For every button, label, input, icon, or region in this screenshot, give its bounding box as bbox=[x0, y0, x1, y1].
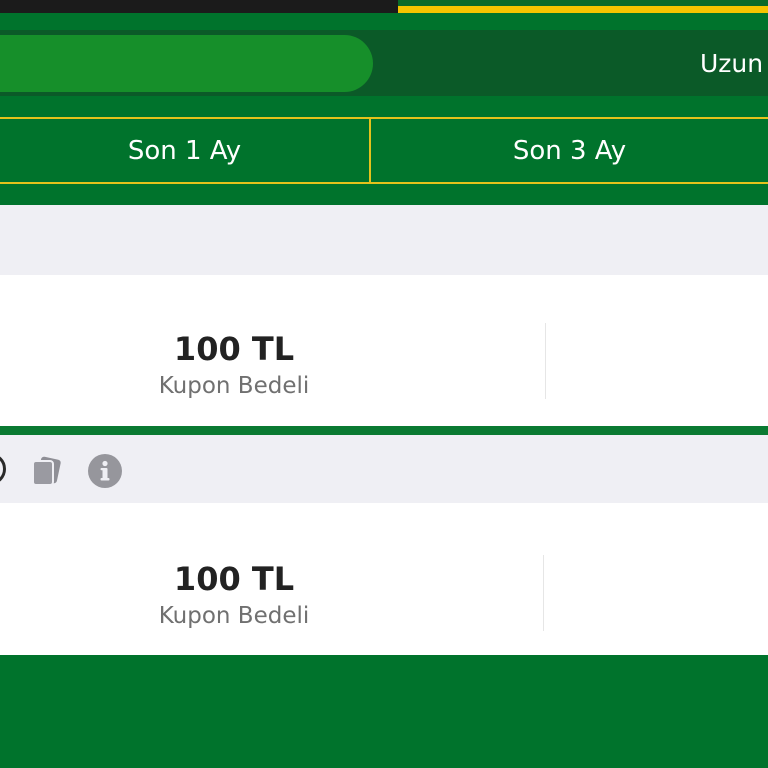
section-header-band bbox=[0, 205, 768, 275]
filter-son-3-ay[interactable]: Son 3 Ay bbox=[371, 119, 768, 182]
segment-tab-uzun[interactable]: Uzun bbox=[700, 46, 763, 82]
coupon-amount-label: Kupon Bedeli bbox=[158, 603, 310, 629]
info-icon[interactable] bbox=[88, 454, 122, 488]
top-status-bar bbox=[0, 0, 768, 13]
coupon-amount: 100 TL bbox=[173, 330, 295, 368]
top-bar-dark-section bbox=[0, 0, 398, 13]
card-separator bbox=[0, 426, 768, 435]
coupon-card[interactable]: 100 TL Kupon Bedeli bbox=[0, 503, 768, 655]
clock-icon[interactable] bbox=[0, 453, 6, 485]
coupon-action-row bbox=[0, 435, 768, 503]
card-column-divider bbox=[545, 323, 546, 399]
copy-icon[interactable] bbox=[30, 454, 64, 488]
bottom-green-panel bbox=[0, 655, 768, 768]
segment-active-tab[interactable] bbox=[0, 35, 373, 92]
card-column-divider bbox=[543, 555, 544, 631]
top-bar-active-indicator bbox=[398, 6, 768, 13]
coupon-amount-label: Kupon Bedeli bbox=[158, 373, 310, 399]
coupon-amount: 100 TL bbox=[173, 560, 295, 598]
date-filter-row: Son 1 Ay Son 3 Ay bbox=[0, 117, 768, 184]
coupon-card[interactable]: 100 TL Kupon Bedeli bbox=[0, 275, 768, 426]
filter-son-1-ay[interactable]: Son 1 Ay bbox=[0, 119, 369, 182]
